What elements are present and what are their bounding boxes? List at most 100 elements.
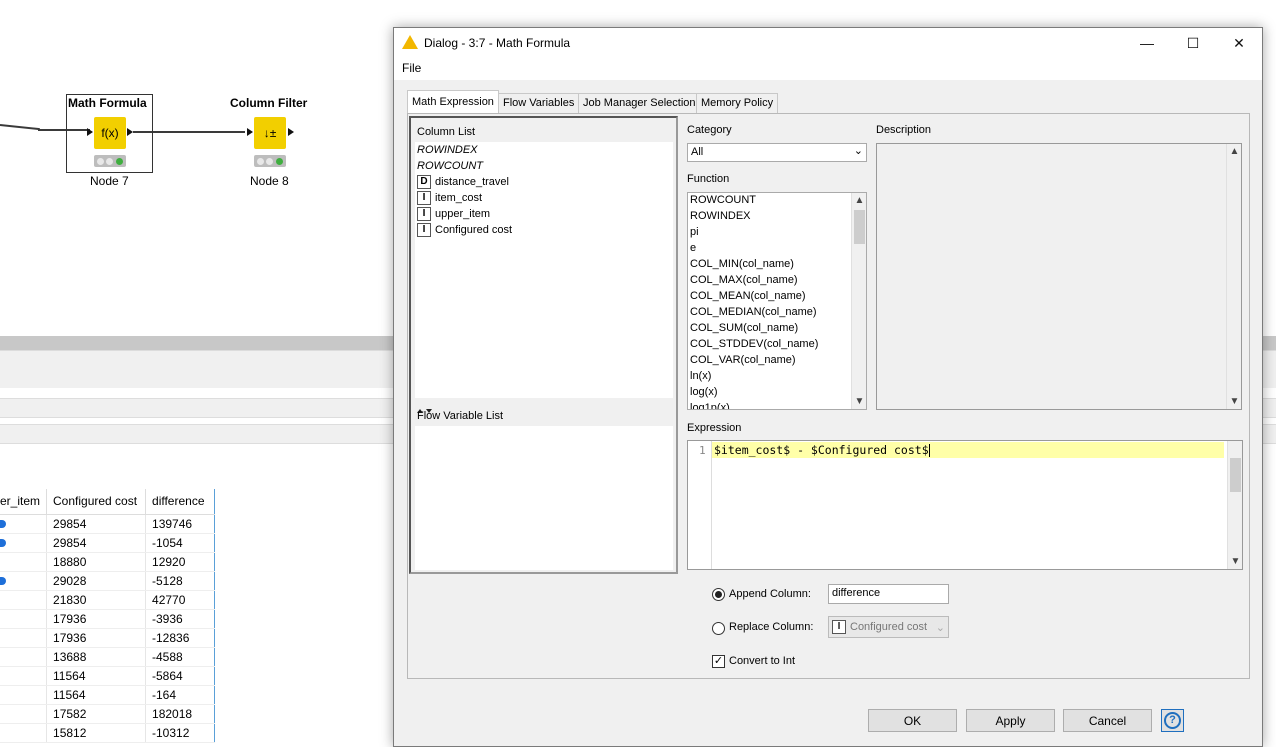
function-list-scrollbar[interactable]: ▲ ▼ [851,193,866,409]
table-cell-upper-item [0,704,48,724]
table-cell-configured-cost: 15812 [46,723,147,743]
function-item[interactable]: COL_MAX(col_name) [690,274,798,290]
function-item[interactable]: COL_VAR(col_name) [690,354,796,370]
table-cell-configured-cost: 29854 [46,514,147,534]
replace-column-select[interactable]: I Configured cost ⌄ [828,616,949,638]
column-item-distance-travel[interactable]: Ddistance_travel [417,174,509,190]
table-cell-difference: -4588 [145,647,216,667]
category-select[interactable]: All ⌄ [687,143,867,162]
scroll-down-icon[interactable]: ▼ [1227,394,1242,409]
scroll-up-icon[interactable]: ▲ [1227,144,1242,159]
table-cell-configured-cost: 17936 [46,628,147,648]
description-scrollbar[interactable]: ▲ ▼ [1226,144,1241,409]
scroll-down-icon[interactable]: ▼ [852,394,866,409]
connection-in [0,124,40,131]
replace-column-radio[interactable] [712,622,725,635]
description-area[interactable]: ▲ ▼ [876,143,1242,410]
table-cell-difference: -5128 [145,571,216,591]
menu-file[interactable]: File [402,61,421,75]
column-item-item-cost[interactable]: Iitem_cost [417,190,482,206]
table-row[interactable]: 29028 -5128 [0,571,216,591]
expression-editor[interactable]: 1 $item_cost$ - $Configured cost$ ▼ [687,440,1243,570]
node-8-input-port[interactable] [247,128,253,136]
function-item[interactable]: ln(x) [690,370,711,386]
tab-math-expression[interactable]: Math Expression [407,90,499,114]
table-cell-difference: 139746 [145,514,216,534]
function-item[interactable]: COL_MIN(col_name) [690,258,794,274]
category-selected-value: All [691,146,704,158]
cancel-button[interactable]: Cancel [1063,709,1152,732]
menu-bar: File [394,58,1262,80]
function-item[interactable]: COL_MEDIAN(col_name) [690,306,817,322]
table-row[interactable]: 11564 -5864 [0,666,216,686]
function-item[interactable]: ROWCOUNT [690,194,756,210]
node-7-label[interactable]: Node 7 [90,174,129,188]
function-item[interactable]: COL_SUM(col_name) [690,322,798,338]
node-8-status-light [254,155,286,167]
scroll-thumb[interactable] [1230,458,1241,492]
tab-job-manager-selection[interactable]: Job Manager Selection [578,93,701,113]
table-cell-upper-item [0,571,48,591]
apply-button[interactable]: Apply [966,709,1055,732]
function-item[interactable]: pi [690,226,699,242]
scroll-thumb[interactable] [854,210,865,244]
table-header[interactable]: Configured cost [46,489,147,515]
integer-type-icon: I [417,207,431,221]
expression-scrollbar[interactable]: ▼ [1227,441,1242,569]
function-item[interactable]: log1p(x) [690,402,730,409]
expression-line[interactable]: $item_cost$ - $Configured cost$ [712,442,1224,458]
column-item-rowcount[interactable]: ROWCOUNT [417,158,483,174]
table-row[interactable]: 29854 -1054 [0,533,216,553]
node-8-icon[interactable]: ↓± [254,117,286,149]
function-item[interactable]: COL_MEAN(col_name) [690,290,806,306]
help-button[interactable]: ? [1161,709,1184,732]
description-caption: Description [876,124,932,136]
output-table: er_item Configured cost difference 29854… [0,489,216,743]
function-item[interactable]: e [690,242,696,258]
scroll-down-icon[interactable]: ▼ [1228,554,1243,569]
append-column-radio[interactable] [712,588,725,601]
close-icon[interactable]: ✕ [1216,28,1262,58]
cell-marker-icon [0,538,6,547]
tab-flow-variables[interactable]: Flow Variables [498,93,580,113]
table-row[interactable]: 18880 12920 [0,552,216,572]
list-splitter[interactable] [415,403,673,413]
ok-button[interactable]: OK [868,709,957,732]
table-row[interactable]: 17936 -12836 [0,628,216,648]
node-7-output-port[interactable] [127,128,133,136]
table-row[interactable]: 11564 -164 [0,685,216,705]
maximize-icon[interactable]: ☐ [1170,28,1216,58]
table-header[interactable]: er_item [0,489,48,515]
function-list[interactable]: ROWCOUNT ROWINDEX pi e COL_MIN(col_name) COL_… [687,192,867,410]
table-row[interactable]: 17936 -3936 [0,609,216,629]
tab-memory-policy[interactable]: Memory Policy [696,93,779,113]
replace-column-value: Configured cost [850,621,928,633]
convert-to-int-checkbox[interactable]: ✓ [712,655,725,668]
table-row[interactable]: 13688 -4588 [0,647,216,667]
flow-variable-list[interactable] [415,426,673,570]
math-formula-icon: f(x) [101,126,119,140]
table-row[interactable]: 15812 -10312 [0,723,216,743]
node-8-output-port[interactable] [288,128,294,136]
node-7-icon[interactable]: f(x) [94,117,126,149]
table-cell-configured-cost: 21830 [46,590,147,610]
table-row[interactable]: 21830 42770 [0,590,216,610]
append-column-input[interactable]: difference [828,584,949,604]
scroll-up-icon[interactable]: ▲ [852,193,866,208]
expression-text: $item_cost$ - $Configured cost$ [714,443,929,457]
node-8-label[interactable]: Node 8 [250,174,289,188]
node-7-input-port[interactable] [87,128,93,136]
table-row[interactable]: 17582 182018 [0,704,216,724]
double-type-icon: D [417,175,431,189]
dialog-titlebar[interactable]: Dialog - 3:7 - Math Formula — ☐ ✕ [394,28,1262,58]
table-header[interactable]: difference [145,489,216,515]
table-row[interactable]: 29854 139746 [0,514,216,534]
column-item-upper-item[interactable]: Iupper_item [417,206,490,222]
column-item-rowindex[interactable]: ROWINDEX [417,142,478,158]
column-list: ROWINDEX ROWCOUNT Ddistance_travel Iitem… [415,142,673,398]
function-item[interactable]: ROWINDEX [690,210,751,226]
function-item[interactable]: COL_STDDEV(col_name) [690,338,818,354]
function-item[interactable]: log(x) [690,386,718,402]
minimize-icon[interactable]: — [1124,28,1170,58]
column-item-configured-cost[interactable]: I Configured cost [417,222,512,238]
